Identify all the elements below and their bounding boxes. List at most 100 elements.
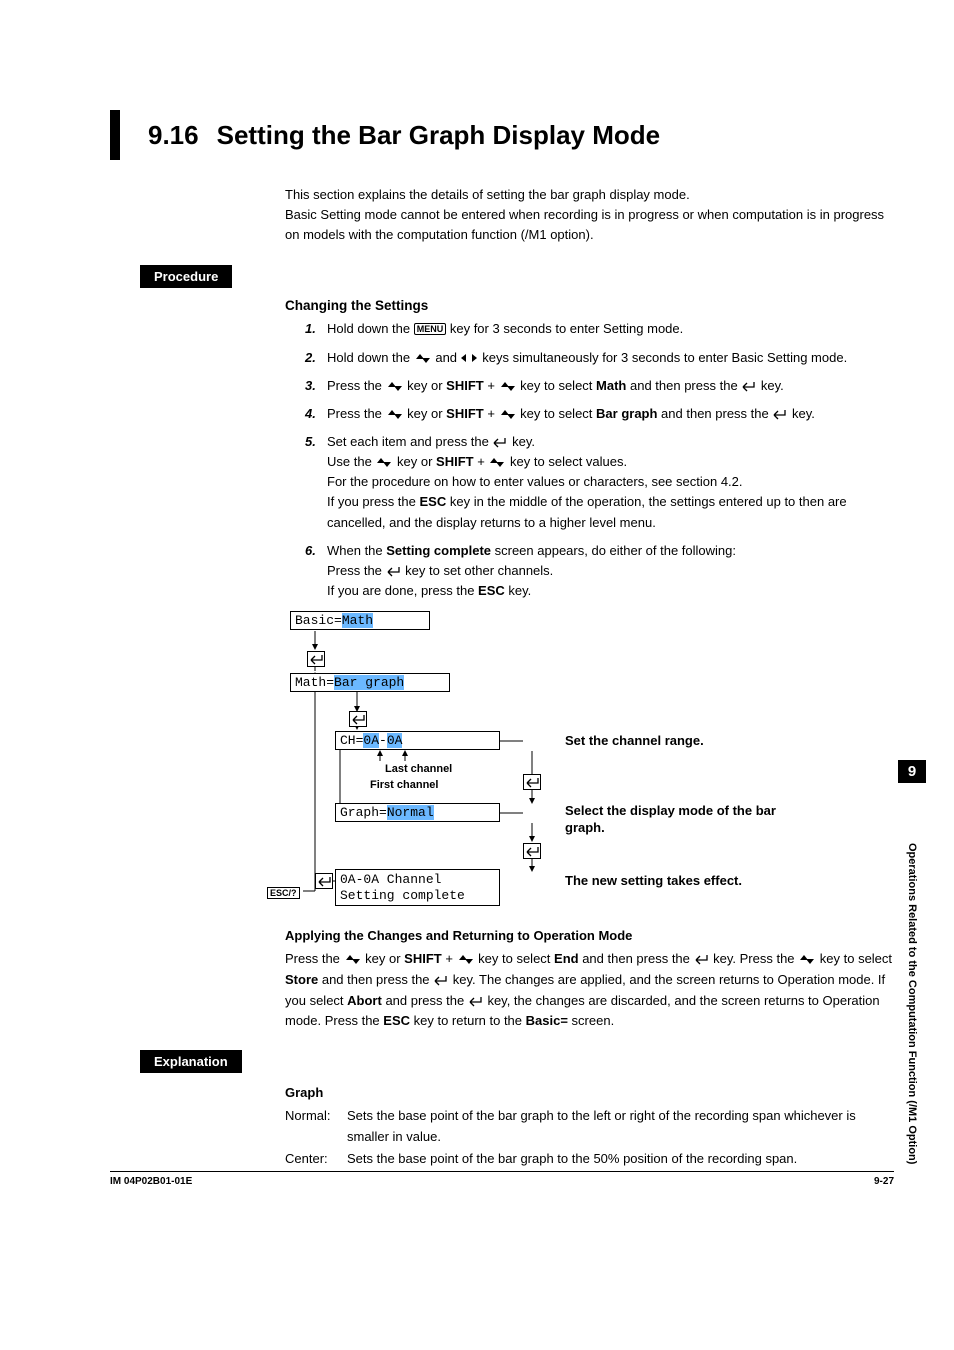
center-desc: Sets the base point of the bar graph to … xyxy=(347,1149,797,1170)
step-3: 3. Press the key or SHIFT + key to selec… xyxy=(305,376,894,396)
procedure-tag: Procedure xyxy=(140,265,232,288)
text: If you press the xyxy=(327,494,420,509)
text: key to select xyxy=(816,951,892,966)
text: key. xyxy=(508,434,535,449)
esc-key: ESC xyxy=(478,583,505,598)
doc-id: IM 04P02B01-01E xyxy=(110,1176,192,1187)
ch-box: CH=0A-0A xyxy=(335,731,500,750)
heading-bar xyxy=(110,110,120,160)
normal-key: Normal: xyxy=(285,1106,347,1148)
up-down-icon xyxy=(499,409,517,420)
enter-icon xyxy=(694,953,710,965)
text: and then press the xyxy=(626,378,741,393)
text: and then press the xyxy=(579,951,694,966)
text: key to select xyxy=(475,951,554,966)
set-channel-label: Set the channel range. xyxy=(565,733,704,748)
text: Set each item and press the xyxy=(327,434,492,449)
shift-key: SHIFT xyxy=(446,378,484,393)
done-box: 0A-0A ChannelSetting complete xyxy=(335,869,500,906)
basic-label: Basic= xyxy=(526,1013,568,1028)
shift-key: SHIFT xyxy=(404,951,442,966)
chapter-side-tab: 9 Operations Related to the Computation … xyxy=(898,760,926,1219)
up-down-icon xyxy=(375,457,393,468)
changing-settings-heading: Changing the Settings xyxy=(285,298,894,313)
end-label: End xyxy=(554,951,579,966)
up-down-icon xyxy=(499,381,517,392)
bar-graph-label: Bar graph xyxy=(596,406,657,421)
enter-icon xyxy=(492,436,508,448)
esc-key-icon: ESC/? xyxy=(267,887,300,899)
text: key to select xyxy=(517,406,596,421)
up-down-icon xyxy=(414,353,432,364)
text: key or xyxy=(404,406,447,421)
intro-text: This section explains the details of set… xyxy=(285,185,894,245)
text: + xyxy=(484,406,499,421)
text: key to return to the xyxy=(410,1013,526,1028)
left-right-icon xyxy=(461,353,479,364)
enter-icon xyxy=(741,380,757,392)
text: If you are done, press the xyxy=(327,583,478,598)
last-channel-label: Last channel xyxy=(385,763,452,775)
text: key. xyxy=(505,583,532,598)
store-label: Store xyxy=(285,972,318,987)
apply-heading: Applying the Changes and Returning to Op… xyxy=(285,926,894,947)
esc-key: ESC xyxy=(420,494,447,509)
text: and xyxy=(432,350,461,365)
step-2: 2. Hold down the and keys simultaneously… xyxy=(305,348,894,368)
step-4: 4. Press the key or SHIFT + key to selec… xyxy=(305,404,894,424)
text: Hold down the xyxy=(327,321,414,336)
enter-icon xyxy=(772,408,788,420)
text: Hold down the xyxy=(327,350,414,365)
explanation-tag: Explanation xyxy=(140,1050,242,1073)
setting-complete-label: Setting complete xyxy=(386,543,491,558)
text: Use the xyxy=(327,454,375,469)
up-down-icon xyxy=(386,381,404,392)
enter-icon xyxy=(386,565,402,577)
text: key to select values. xyxy=(506,454,627,469)
text: and then press the xyxy=(318,972,433,987)
text: key to set other channels. xyxy=(402,563,554,578)
text: key. Press the xyxy=(710,951,799,966)
text: + xyxy=(484,378,499,393)
select-display-label: Select the display mode of the bar graph… xyxy=(565,803,815,837)
menu-key-icon: MENU xyxy=(414,323,447,335)
up-down-icon xyxy=(798,954,816,965)
text: and then press the xyxy=(657,406,772,421)
text: key or xyxy=(404,378,447,393)
step-6: 6. When the Setting complete screen appe… xyxy=(305,541,894,601)
enter-icon xyxy=(523,774,541,790)
enter-icon xyxy=(433,974,449,986)
enter-icon xyxy=(307,651,325,667)
text: keys simultaneously for 3 seconds to ent… xyxy=(479,350,848,365)
step-1: 1. Hold down the MENU key for 3 seconds … xyxy=(305,319,894,339)
text: Press the xyxy=(327,563,386,578)
text: Press the xyxy=(327,378,386,393)
apply-changes-block: Applying the Changes and Returning to Op… xyxy=(285,926,894,1032)
text: key or xyxy=(393,454,436,469)
enter-icon xyxy=(523,843,541,859)
enter-icon xyxy=(468,995,484,1007)
section-title: Setting the Bar Graph Display Mode xyxy=(217,120,661,151)
chapter-number: 9 xyxy=(898,760,926,783)
graph-heading: Graph xyxy=(285,1083,894,1104)
step-5: 5. Set each item and press the key. Use … xyxy=(305,432,894,533)
text: key to select xyxy=(517,378,596,393)
text: and press the xyxy=(382,993,468,1008)
esc-key: ESC xyxy=(383,1013,410,1028)
abort-label: Abort xyxy=(347,993,382,1008)
text: + xyxy=(474,454,489,469)
page-number: 9-27 xyxy=(874,1176,894,1187)
math-label: Math xyxy=(596,378,626,393)
menu-flow-diagram: Basic=Math Math=Bar graph CH=0A-0A Last … xyxy=(285,611,855,911)
enter-icon xyxy=(349,711,367,727)
up-down-icon xyxy=(386,409,404,420)
new-setting-label: The new setting takes effect. xyxy=(565,873,742,888)
text: For the procedure on how to enter values… xyxy=(327,474,743,489)
shift-key: SHIFT xyxy=(436,454,474,469)
page-footer: IM 04P02B01-01E 9-27 xyxy=(110,1171,894,1187)
graph-box: Graph=Normal xyxy=(335,803,500,822)
up-down-icon xyxy=(344,954,362,965)
section-heading: 9.16 Setting the Bar Graph Display Mode xyxy=(110,110,894,160)
math-box: Math=Bar graph xyxy=(290,673,450,692)
basic-box: Basic=Math xyxy=(290,611,430,630)
